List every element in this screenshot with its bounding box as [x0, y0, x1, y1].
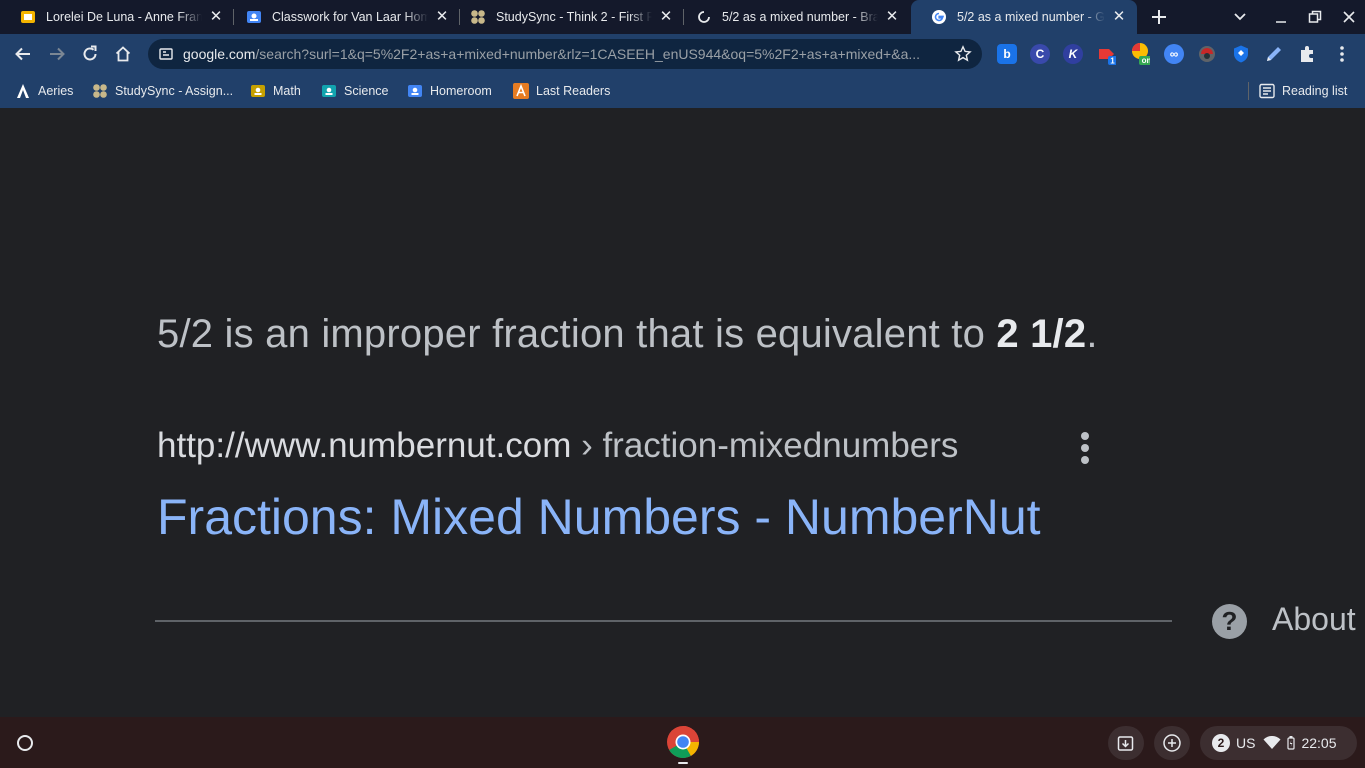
bookmark-aeries[interactable]: Aeries: [15, 81, 73, 101]
status-tray[interactable]: 2 US 22:05: [1200, 726, 1357, 760]
bookmark-homeroom[interactable]: Homeroom: [407, 81, 492, 101]
tab-title: Classwork for Van Laar Homeroom: [272, 10, 428, 24]
bookmark-label: Math: [273, 84, 301, 98]
answer-period: .: [1086, 312, 1098, 356]
tab-title: StudySync - Think 2 - First Read: [496, 10, 652, 24]
result-options-icon[interactable]: [1076, 430, 1094, 466]
shield-extension-icon[interactable]: [1231, 44, 1251, 64]
minimize-icon[interactable]: [1270, 6, 1292, 28]
close-tab-icon[interactable]: ✕: [884, 9, 900, 25]
close-tab-icon[interactable]: ✕: [434, 9, 450, 25]
studysync-icon: [470, 9, 486, 25]
bookmark-studysync[interactable]: StudySync - Assign...: [92, 81, 233, 101]
reading-list-button[interactable]: Reading list: [1259, 81, 1347, 101]
result-cite[interactable]: http://www.numbernut.com › fraction-mixe…: [157, 426, 958, 466]
bookmark-math[interactable]: Math: [250, 81, 301, 101]
on-extension-icon[interactable]: on: [1130, 43, 1150, 65]
about-link[interactable]: About: [1272, 601, 1356, 638]
url-path: /search?surl=1&q=5%2F2+as+a+mixed+number…: [255, 46, 921, 62]
bookmark-label: Aeries: [38, 84, 74, 98]
back-icon[interactable]: [11, 42, 35, 66]
svg-text:1: 1: [1110, 57, 1115, 66]
extensions-puzzle-icon[interactable]: [1297, 44, 1317, 64]
tab-title: 5/2 as a mixed number - Google Search: [957, 10, 1105, 24]
tab-anne-frank[interactable]: Lorelei De Luna - Anne Frank ✕: [0, 0, 234, 34]
running-indicator: [678, 762, 688, 764]
holding-space-icon[interactable]: [1108, 726, 1144, 760]
k-extension-icon[interactable]: K: [1063, 44, 1083, 64]
cite-path: › fraction-mixednumbers: [571, 426, 959, 465]
launcher-icon[interactable]: [8, 726, 42, 760]
restore-icon[interactable]: [1304, 6, 1326, 28]
answer-highlight: 2 1/2: [996, 312, 1087, 356]
wifi-icon: [1263, 736, 1281, 750]
bookmark-label: StudySync - Assign...: [115, 84, 234, 98]
reading-list-icon: [1259, 83, 1275, 99]
featured-snippet-answer: 5/2 is an improper fraction that is equi…: [157, 312, 1098, 357]
bookmark-last-readers[interactable]: Last Readers: [513, 81, 610, 101]
new-tab-icon[interactable]: [1148, 6, 1170, 28]
bookmark-label: Last Readers: [536, 84, 611, 98]
browser-toolbar: google.com/search?surl=1&q=5%2F2+as+a+mi…: [0, 34, 1365, 74]
reload-icon[interactable]: [78, 42, 102, 66]
menu-kebab-icon[interactable]: [1332, 44, 1352, 64]
url-host: google.com: [183, 46, 256, 62]
accessibility-select-icon[interactable]: [1154, 726, 1190, 760]
forward-icon[interactable]: [45, 42, 69, 66]
svg-text:on: on: [1142, 56, 1150, 65]
result-title-link[interactable]: Fractions: Mixed Numbers - NumberNut: [157, 488, 1041, 546]
tab-strip: Lorelei De Luna - Anne Frank ✕ Classwork…: [0, 0, 1365, 34]
page-content: 5/2 is an improper fraction that is equi…: [0, 108, 1365, 717]
chrome-app-icon[interactable]: [666, 725, 700, 759]
screencast-extension-icon[interactable]: 1: [1096, 44, 1116, 66]
close-tab-icon[interactable]: ✕: [658, 9, 674, 25]
last-readers-icon: [513, 83, 529, 99]
tab-brainly[interactable]: 5/2 as a mixed number - Brainly ✕: [676, 0, 910, 34]
url-text[interactable]: google.com/search?surl=1&q=5%2F2+as+a+mi…: [183, 46, 943, 62]
reading-list-label: Reading list: [1282, 84, 1348, 98]
close-tab-icon[interactable]: ✕: [208, 9, 224, 25]
bookmark-science[interactable]: Science: [321, 81, 388, 101]
link-extension-icon[interactable]: ∞: [1164, 44, 1184, 64]
tab-title: 5/2 as a mixed number - Brainly: [722, 10, 878, 24]
bookmark-star-icon[interactable]: [954, 45, 972, 68]
close-tab-icon[interactable]: ✕: [1111, 9, 1127, 25]
tab-search-chevron-icon[interactable]: [1229, 6, 1251, 28]
palette-extension-icon[interactable]: [1197, 44, 1217, 64]
classroom-icon: [407, 83, 423, 99]
classroom-icon: [321, 83, 337, 99]
slides-icon: [20, 9, 36, 25]
os-shelf: 2 US 22:05: [0, 717, 1365, 768]
b-extension-icon[interactable]: b: [997, 44, 1017, 64]
bookmarks-divider: [1248, 82, 1249, 100]
address-bar[interactable]: google.com/search?surl=1&q=5%2F2+as+a+mi…: [148, 39, 982, 69]
tab-studysync[interactable]: StudySync - Think 2 - First Read ✕: [450, 0, 684, 34]
aeries-icon: [15, 83, 31, 99]
bookmarks-bar: Aeries StudySync - Assign... Math Scienc…: [0, 74, 1365, 108]
clock: 22:05: [1301, 735, 1337, 751]
close-window-icon[interactable]: [1338, 6, 1360, 28]
classroom-icon: [250, 83, 266, 99]
google-icon: [931, 9, 947, 25]
answer-text: 5/2 is an improper fraction that is equi…: [157, 312, 997, 356]
notification-count: 2: [1212, 734, 1230, 752]
tab-title: Lorelei De Luna - Anne Frank: [46, 10, 202, 24]
keyboard-layout: US: [1236, 735, 1256, 751]
loading-icon: [696, 9, 712, 25]
help-icon[interactable]: ?: [1212, 604, 1247, 639]
classroom-icon: [246, 9, 262, 25]
cite-host: http://www.numbernut.com: [157, 426, 572, 465]
studysync-icon: [92, 83, 108, 99]
bookmark-label: Homeroom: [430, 84, 492, 98]
battery-icon: [1287, 736, 1296, 750]
pen-extension-icon[interactable]: [1264, 44, 1284, 64]
site-info-icon[interactable]: [159, 47, 173, 66]
tab-google-search[interactable]: 5/2 as a mixed number - Google Search ✕: [911, 0, 1137, 34]
bookmark-label: Science: [344, 84, 389, 98]
tab-classwork[interactable]: Classwork for Van Laar Homeroom ✕: [226, 0, 460, 34]
home-icon[interactable]: [111, 42, 135, 66]
c-extension-icon[interactable]: C: [1030, 44, 1050, 64]
snippet-divider: [155, 620, 1172, 622]
